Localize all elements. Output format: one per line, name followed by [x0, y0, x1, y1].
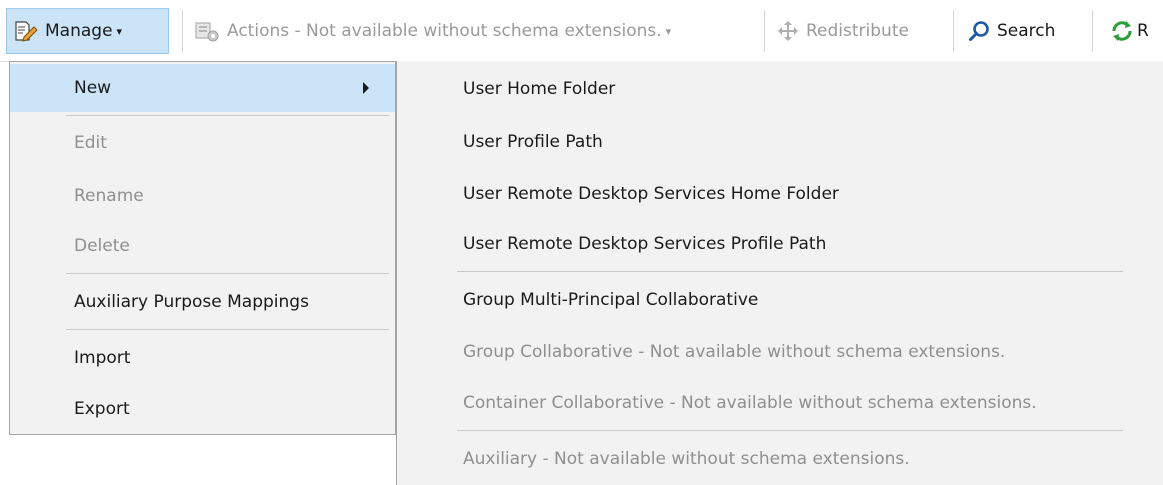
- menu-item-edit[interactable]: Edit: [10, 119, 395, 167]
- submenu-separator: [457, 271, 1123, 272]
- menu-item-new[interactable]: New: [10, 64, 395, 112]
- menu-item-auxiliary-purpose-mappings[interactable]: Auxiliary Purpose Mappings: [10, 278, 395, 326]
- refresh-label: R: [1137, 21, 1149, 41]
- menu-separator: [66, 273, 389, 274]
- submenu-item-group-multi-principal-collaborative[interactable]: Group Multi-Principal Collaborative: [397, 276, 1163, 324]
- search-icon: [968, 20, 990, 42]
- manage-menu: New Edit Rename Delete Auxiliary Purpose…: [9, 61, 396, 435]
- chevron-right-icon: [363, 82, 369, 94]
- submenu-item-container-collaborative[interactable]: Container Collaborative - Not available …: [397, 379, 1163, 427]
- submenu-item-group-collaborative[interactable]: Group Collaborative - Not available with…: [397, 328, 1163, 376]
- menu-item-label: New: [74, 78, 112, 98]
- redistribute-label: Redistribute: [806, 21, 909, 41]
- refresh-button[interactable]: R: [1110, 8, 1149, 54]
- menu-item-export[interactable]: Export: [10, 385, 395, 433]
- submenu-item-label: Group Multi-Principal Collaborative: [463, 290, 759, 310]
- menu-item-label: Delete: [74, 236, 130, 256]
- redistribute-arrows-icon: [777, 20, 799, 42]
- menu-separator: [66, 329, 389, 330]
- toolbar: Manage ▾ Actions - Not available without…: [0, 0, 1163, 62]
- toolbar-separator: [1092, 10, 1093, 52]
- search-button[interactable]: Search: [968, 8, 1055, 54]
- search-label: Search: [997, 21, 1056, 41]
- submenu-item-user-home-folder[interactable]: User Home Folder: [397, 65, 1163, 113]
- menu-item-label: Import: [74, 348, 131, 368]
- submenu-item-label: User Home Folder: [463, 79, 616, 99]
- submenu-item-user-rds-home-folder[interactable]: User Remote Desktop Services Home Folder: [397, 170, 1163, 218]
- submenu-item-user-profile-path[interactable]: User Profile Path: [397, 118, 1163, 166]
- menu-item-delete[interactable]: Delete: [10, 222, 395, 270]
- submenu-item-user-rds-profile-path[interactable]: User Remote Desktop Services Profile Pat…: [397, 220, 1163, 268]
- submenu-item-label: Container Collaborative - Not available …: [463, 393, 1037, 413]
- toolbar-separator: [953, 10, 954, 52]
- submenu-item-label: Auxiliary - Not available without schema…: [463, 449, 910, 469]
- actions-button[interactable]: Actions - Not available without schema e…: [194, 8, 671, 54]
- actions-label: Actions - Not available without schema e…: [227, 21, 662, 41]
- edit-document-icon: [14, 20, 38, 42]
- menu-item-label: Edit: [74, 133, 107, 153]
- manage-label: Manage: [45, 21, 113, 41]
- menu-item-rename[interactable]: Rename: [10, 172, 395, 220]
- submenu-item-label: User Remote Desktop Services Profile Pat…: [463, 234, 827, 254]
- menu-item-import[interactable]: Import: [10, 334, 395, 382]
- menu-item-label: Export: [74, 399, 130, 419]
- refresh-icon: [1110, 19, 1134, 43]
- submenu-item-label: Group Collaborative - Not available with…: [463, 342, 1006, 362]
- submenu-item-label: User Profile Path: [463, 132, 603, 152]
- manage-button[interactable]: Manage ▾: [6, 8, 169, 54]
- menu-item-label: Rename: [74, 186, 144, 206]
- redistribute-button[interactable]: Redistribute: [777, 8, 909, 54]
- actions-gear-icon: [194, 20, 220, 42]
- new-submenu: User Home Folder User Profile Path User …: [396, 61, 1163, 485]
- menu-separator: [66, 115, 389, 116]
- submenu-separator: [457, 430, 1123, 431]
- submenu-item-auxiliary[interactable]: Auxiliary - Not available without schema…: [397, 435, 1163, 483]
- toolbar-separator: [182, 10, 183, 52]
- submenu-item-label: User Remote Desktop Services Home Folder: [463, 184, 839, 204]
- chevron-down-icon: ▾: [665, 24, 672, 38]
- chevron-down-icon: ▾: [116, 24, 123, 38]
- toolbar-separator: [764, 10, 765, 52]
- menu-item-label: Auxiliary Purpose Mappings: [74, 292, 309, 312]
